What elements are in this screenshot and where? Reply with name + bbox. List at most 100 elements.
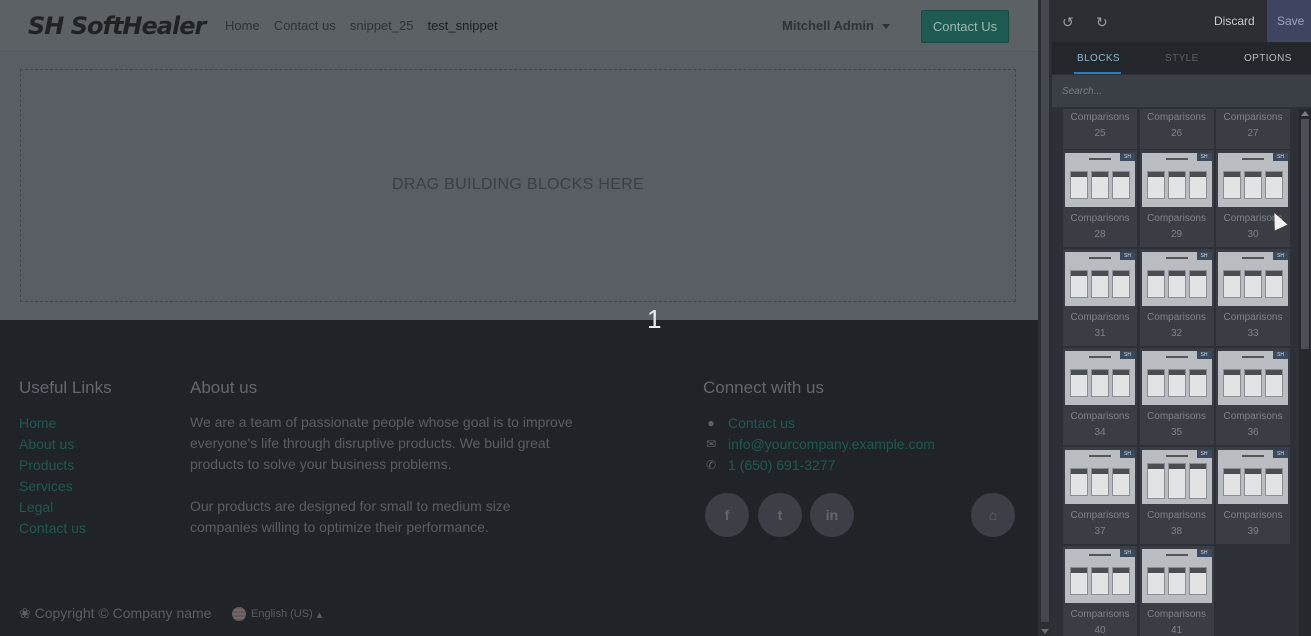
redo-icon[interactable]: ↻ [1096, 14, 1108, 31]
undo-icon[interactable]: ↺ [1062, 14, 1074, 31]
footer-link-contact[interactable]: Contact us [19, 520, 86, 536]
snippet-name: Comparisons [1070, 609, 1130, 620]
nav-link-snippet25[interactable]: snippet_25 [350, 18, 414, 33]
contact-link[interactable]: Contact us [728, 415, 795, 431]
facebook-icon[interactable]: f [705, 493, 749, 537]
search-input[interactable] [1052, 75, 1311, 107]
snippet-comparisons-28[interactable]: SH Comparisons 28 [1062, 149, 1138, 248]
snippet-comparisons-32[interactable]: SH Comparisons 32 [1138, 248, 1215, 347]
snippet-label: Comparisons 31 [1063, 310, 1137, 342]
footer-link-products[interactable]: Products [19, 457, 74, 473]
footer-email[interactable]: ✉ info@yourcompany.example.com [704, 436, 935, 452]
flag-icon [232, 607, 246, 621]
phone-icon: ✆ [705, 458, 717, 472]
snippet-search [1052, 75, 1311, 107]
snippet-number: 35 [1170, 427, 1183, 438]
save-button[interactable]: Save [1267, 0, 1311, 42]
twitter-icon[interactable]: t [758, 493, 802, 537]
nav-link-test-snippet[interactable]: test_snippet [427, 18, 497, 33]
snippet-name: Comparisons [1070, 213, 1130, 224]
snippet-label: Comparisons 40 [1063, 607, 1137, 636]
snippet-thumbnail: SH [1141, 549, 1212, 603]
snippet-comparisons-38[interactable]: SH Comparisons 38 [1138, 446, 1215, 545]
site-scrollbar[interactable] [1038, 0, 1052, 636]
sh-badge-icon: SH [1120, 549, 1135, 557]
user-menu[interactable]: Mitchell Admin [782, 18, 890, 33]
snippet-label: Comparisons 36 [1216, 409, 1290, 441]
snippet-number: 38 [1170, 526, 1183, 537]
snippet-comparisons-31[interactable]: SH Comparisons 31 [1062, 248, 1138, 347]
snippet-comparisons-39[interactable]: SH Comparisons 39 [1215, 446, 1290, 545]
nav-link-home[interactable]: Home [225, 18, 260, 33]
snippet-thumbnail: SH [1141, 252, 1212, 306]
email-link[interactable]: info@yourcompany.example.com [728, 436, 935, 452]
drop-zone-text: DRAG BUILDING BLOCKS HERE [392, 176, 644, 193]
snippet-thumbnail: SH [1141, 153, 1212, 207]
snippet-comparisons-29[interactable]: SH Comparisons 29 [1138, 149, 1215, 248]
snippet-comparisons-30[interactable]: SH Comparisons 30 [1215, 149, 1290, 248]
snippet-thumbnail: SH [1218, 153, 1288, 207]
user-name: Mitchell Admin [782, 18, 874, 33]
tab-blocks[interactable]: BLOCKS [1077, 53, 1120, 64]
footer-contact[interactable]: ● Contact us [704, 415, 795, 431]
language-selector[interactable]: English (US) ▴ [232, 607, 322, 621]
snippet-comparisons-33[interactable]: SH Comparisons 33 [1215, 248, 1290, 347]
home-icon[interactable]: ⌂ [971, 493, 1015, 537]
active-tab-indicator [1074, 72, 1121, 74]
phone-link[interactable]: 1 (650) 691-3277 [728, 457, 835, 473]
snippet-label: Comparisons 37 [1063, 508, 1137, 540]
tab-style[interactable]: STYLE [1165, 53, 1199, 64]
site-scrollbar-thumb[interactable] [1041, 0, 1049, 622]
logo[interactable]: SH SoftHealer [28, 12, 206, 40]
snippet-thumbnail: SH [1218, 450, 1288, 504]
nav-links: Home Contact us snippet_25 test_snippet [225, 18, 512, 33]
snippet-label: Comparisons 41 [1140, 607, 1214, 636]
nav-link-contact[interactable]: Contact us [274, 18, 336, 33]
snippet-comparisons-36[interactable]: SH Comparisons 36 [1215, 347, 1290, 446]
panel-scrollbar[interactable] [1299, 109, 1311, 636]
sh-badge-icon: SH [1273, 252, 1288, 260]
sh-badge-icon: SH [1120, 450, 1135, 458]
snippet-label: Comparisons 38 [1140, 508, 1214, 540]
footer-link-home[interactable]: Home [19, 415, 56, 431]
panel-scrollbar-thumb[interactable] [1301, 119, 1309, 349]
snippet-comparisons-40[interactable]: SH Comparisons 40 [1062, 545, 1138, 636]
comment-icon: ● [707, 416, 715, 430]
editor-panel: ↺ ↻ Discard Save BLOCKS STYLE OPTIONS Co… [1052, 0, 1311, 636]
snippet-comparisons-37[interactable]: SH Comparisons 37 [1062, 446, 1138, 545]
snippet-thumbnail: SH [1141, 351, 1212, 405]
snippet-name: Comparisons [1070, 112, 1130, 123]
useful-links-heading: Useful Links [19, 378, 112, 397]
snippet-label: Comparisons 29 [1140, 211, 1214, 243]
snippet-comparisons-34[interactable]: SH Comparisons 34 [1062, 347, 1138, 446]
snippet-number: 41 [1170, 625, 1183, 636]
snippet-name: Comparisons [1147, 411, 1206, 422]
snippet-name: Comparisons [1070, 312, 1130, 323]
footer-link-about[interactable]: About us [19, 436, 74, 452]
caret-up-icon: ▴ [316, 608, 323, 621]
snippet-thumbnail: SH [1141, 450, 1212, 504]
snippet-thumbnail: SH [1065, 450, 1135, 504]
scroll-down-arrow-icon[interactable] [1041, 629, 1049, 634]
tab-options[interactable]: OPTIONS [1244, 53, 1292, 64]
linkedin-icon[interactable]: in [810, 493, 854, 537]
contact-us-button[interactable]: Contact Us [921, 10, 1009, 43]
scroll-up-arrow-icon[interactable] [1301, 111, 1309, 116]
snippet-label: Comparisons 27 [1216, 110, 1290, 142]
snippet-comparisons-41[interactable]: SH Comparisons 41 [1138, 545, 1215, 636]
snippet-grid: Comparisons 25 Comparisons 26 Comparisons 27 S… [1062, 109, 1290, 636]
sh-badge-icon: SH [1196, 252, 1212, 260]
about-paragraph-2: Our products are designed for small to m… [190, 498, 511, 535]
discard-button[interactable]: Discard [1214, 14, 1255, 28]
snippet-number: 28 [1094, 229, 1106, 240]
footer-link-legal[interactable]: Legal [19, 499, 53, 515]
navbar: SH SoftHealer Home Contact us snippet_25… [0, 0, 1038, 52]
snippet-name: Comparisons [1147, 510, 1206, 521]
snippet-comparisons-35[interactable]: SH Comparisons 35 [1138, 347, 1215, 446]
drop-zone[interactable]: DRAG BUILDING BLOCKS HERE [20, 69, 1016, 302]
leaf-icon: ❀ [19, 605, 35, 621]
footer-phone[interactable]: ✆ 1 (650) 691-3277 [704, 457, 835, 473]
snippet-number: 32 [1170, 328, 1183, 339]
footer-link-services[interactable]: Services [19, 478, 73, 494]
snippet-number: 29 [1170, 229, 1183, 240]
